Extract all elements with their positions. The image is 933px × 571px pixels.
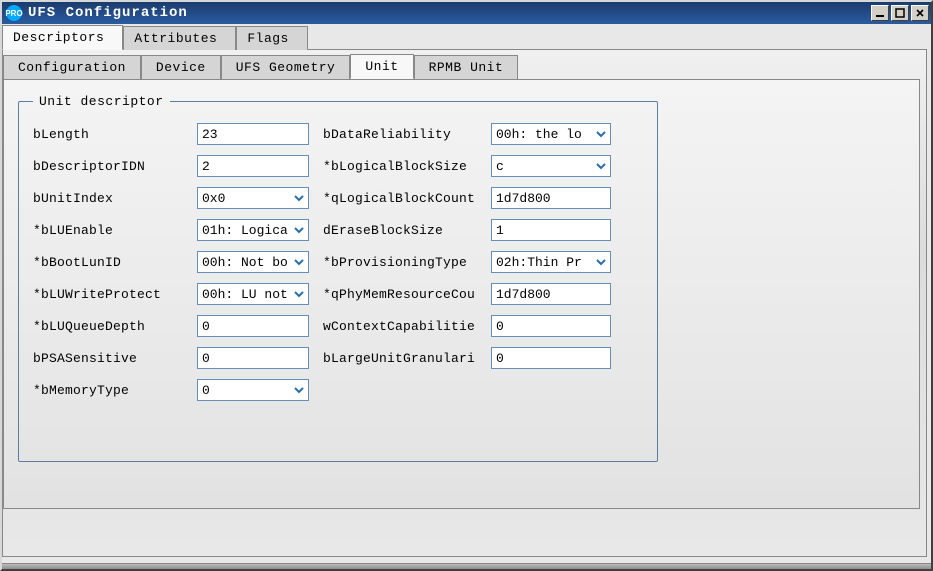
combo-text: 02h:Thin Pr <box>496 255 594 270</box>
input-wcontextcapabilitie[interactable] <box>491 315 611 337</box>
input--qlogicalblockcount[interactable] <box>491 187 611 209</box>
tab-attributes[interactable]: Attributes <box>123 26 236 50</box>
label--bbootlunid: *bBootLunID <box>33 255 183 270</box>
label-bdescriptoridn: bDescriptorIDN <box>33 159 183 174</box>
input--qphymemresourcecou[interactable] <box>491 283 611 305</box>
tab-flags[interactable]: Flags <box>236 26 308 50</box>
status-bar <box>2 563 931 569</box>
combo-bunitindex[interactable]: 0x0 <box>197 187 309 209</box>
combo-text: 01h: Logica <box>202 223 292 238</box>
label--bmemorytype: *bMemoryType <box>33 383 183 398</box>
combo-text: c <box>496 159 594 174</box>
input--bluqueuedepth[interactable] <box>197 315 309 337</box>
subtab-ufs-geometry[interactable]: UFS Geometry <box>221 55 351 79</box>
combo--bluenable[interactable]: 01h: Logica <box>197 219 309 241</box>
app-icon: PRO <box>6 5 22 21</box>
combo--bmemorytype[interactable]: 0 <box>197 379 309 401</box>
sub-tabs: ConfigurationDeviceUFS GeometryUnitRPMB … <box>3 50 926 79</box>
combo-text: 0x0 <box>202 191 292 206</box>
input-blargeunitgranulari[interactable] <box>491 347 611 369</box>
chevron-down-icon <box>594 161 608 171</box>
combo--bluwriteprotect[interactable]: 00h: LU not <box>197 283 309 305</box>
form-grid: bLength bDataReliability 00h: the lo bDescr… <box>33 123 643 401</box>
label--bprovisioningtype: *bProvisioningType <box>323 255 477 270</box>
app-window: PRO UFS Configuration DescriptorsAttribu… <box>0 0 933 571</box>
tab-descriptors[interactable]: Descriptors <box>2 25 123 50</box>
chevron-down-icon <box>292 257 306 267</box>
subtab-unit[interactable]: Unit <box>350 54 413 79</box>
subtab-rpmb-unit[interactable]: RPMB Unit <box>414 55 519 79</box>
subtab-device[interactable]: Device <box>141 55 221 79</box>
window-title: UFS Configuration <box>28 5 869 21</box>
subtab-configuration[interactable]: Configuration <box>3 55 141 79</box>
chevron-down-icon <box>292 225 306 235</box>
minimize-button[interactable] <box>871 5 889 21</box>
maximize-button[interactable] <box>891 5 909 21</box>
label-blength: bLength <box>33 127 183 142</box>
label-bpsasensitive: bPSASensitive <box>33 351 183 366</box>
chevron-down-icon <box>594 257 608 267</box>
main-tab-panel: ConfigurationDeviceUFS GeometryUnitRPMB … <box>2 49 927 557</box>
label-blargeunitgranulari: bLargeUnitGranulari <box>323 351 477 366</box>
input-bdescriptoridn[interactable] <box>197 155 309 177</box>
window-controls <box>869 5 929 21</box>
combo-text: 00h: the lo <box>496 127 594 142</box>
label-wcontextcapabilitie: wContextCapabilitie <box>323 319 477 334</box>
combo--blogicalblocksize[interactable]: c <box>491 155 611 177</box>
label-bdatareliability: bDataReliability <box>323 127 477 142</box>
label--qlogicalblockcount: *qLogicalBlockCount <box>323 191 477 206</box>
combo-text: 00h: LU not <box>202 287 292 302</box>
label-deraseblocksize: dEraseBlockSize <box>323 223 477 238</box>
label--bluwriteprotect: *bLUWriteProtect <box>33 287 183 302</box>
main-tabs: DescriptorsAttributesFlags <box>2 24 931 49</box>
close-button[interactable] <box>911 5 929 21</box>
combo-text: 00h: Not bo <box>202 255 292 270</box>
input-deraseblocksize[interactable] <box>491 219 611 241</box>
chevron-down-icon <box>292 385 306 395</box>
label--bluqueuedepth: *bLUQueueDepth <box>33 319 183 334</box>
label--bluenable: *bLUEnable <box>33 223 183 238</box>
combo--bprovisioningtype[interactable]: 02h:Thin Pr <box>491 251 611 273</box>
combo-bdatareliability[interactable]: 00h: the lo <box>491 123 611 145</box>
titlebar: PRO UFS Configuration <box>2 2 931 24</box>
label--qphymemresourcecou: *qPhyMemResourceCou <box>323 287 477 302</box>
sub-tab-panel: Unit descriptor bLength bDataReliability 0… <box>3 79 920 509</box>
combo-text: 0 <box>202 383 292 398</box>
label--blogicalblocksize: *bLogicalBlockSize <box>323 159 477 174</box>
chevron-down-icon <box>292 289 306 299</box>
group-legend: Unit descriptor <box>33 94 170 109</box>
unit-descriptor-group: Unit descriptor bLength bDataReliability 0… <box>18 94 658 462</box>
input-blength[interactable] <box>197 123 309 145</box>
combo--bbootlunid[interactable]: 00h: Not bo <box>197 251 309 273</box>
chevron-down-icon <box>292 193 306 203</box>
chevron-down-icon <box>594 129 608 139</box>
input-bpsasensitive[interactable] <box>197 347 309 369</box>
label-bunitindex: bUnitIndex <box>33 191 183 206</box>
client-area: DescriptorsAttributesFlags Configuration… <box>2 24 931 563</box>
